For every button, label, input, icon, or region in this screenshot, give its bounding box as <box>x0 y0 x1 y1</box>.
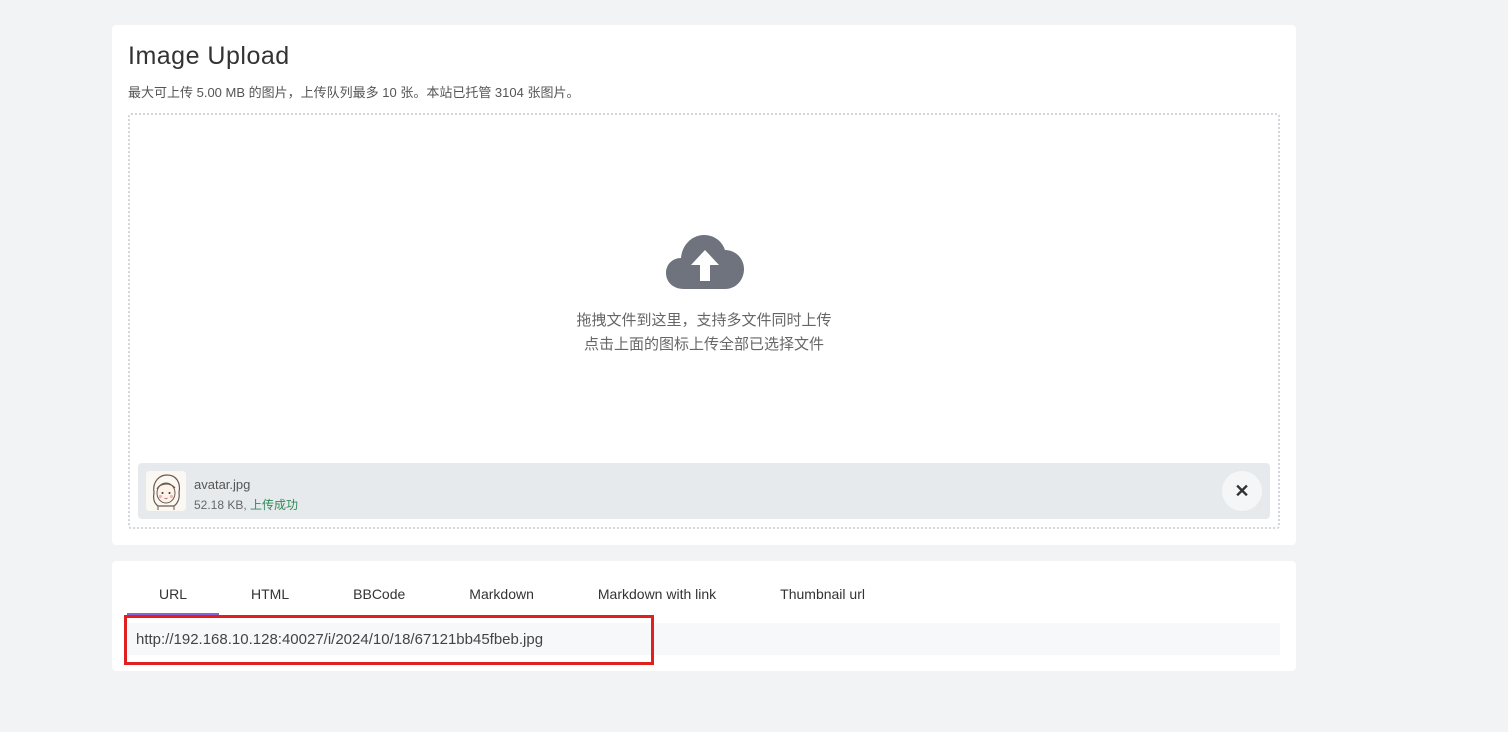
upload-card: Image Upload 最大可上传 5.00 MB 的图片，上传队列最多 10… <box>112 25 1296 545</box>
page-title: Image Upload <box>128 42 290 70</box>
file-name: avatar.jpg <box>194 477 251 492</box>
file-thumbnail <box>146 471 186 511</box>
cloud-upload-icon[interactable] <box>666 233 744 289</box>
tab-bbcode[interactable]: BBCode <box>321 579 437 615</box>
upload-limits-text: 最大可上传 5.00 MB 的图片，上传队列最多 10 张。本站已托管 3104… <box>128 85 580 100</box>
file-size: 52.18 KB, <box>194 498 251 512</box>
link-format-tabs: URL HTML BBCode Markdown Markdown with l… <box>127 579 897 615</box>
avatar-image <box>146 471 186 511</box>
tab-html[interactable]: HTML <box>219 579 321 615</box>
remove-file-button[interactable]: ✕ <box>1222 471 1262 511</box>
links-card: URL HTML BBCode Markdown Markdown with l… <box>112 561 1296 671</box>
drop-hint-line1: 拖拽文件到这里，支持多文件同时上传 <box>576 312 832 329</box>
drop-hint-line2: 点击上面的图标上传全部已选择文件 <box>583 336 824 353</box>
tab-url[interactable]: URL <box>127 579 220 615</box>
file-status: 上传成功 <box>250 498 299 512</box>
link-output-field[interactable] <box>128 623 1280 655</box>
upload-file-item: avatar.jpg 52.18 KB, 上传成功 ✕ <box>138 463 1270 519</box>
file-meta: 52.18 KB, 上传成功 <box>194 496 298 513</box>
tab-markdown-with-link[interactable]: Markdown with link <box>566 579 748 615</box>
dropzone[interactable]: 拖拽文件到这里，支持多文件同时上传 点击上面的图标上传全部已选择文件 avata… <box>128 113 1280 529</box>
tab-thumbnail-url[interactable]: Thumbnail url <box>748 579 897 615</box>
tab-markdown[interactable]: Markdown <box>437 579 566 615</box>
close-icon: ✕ <box>1234 480 1250 501</box>
